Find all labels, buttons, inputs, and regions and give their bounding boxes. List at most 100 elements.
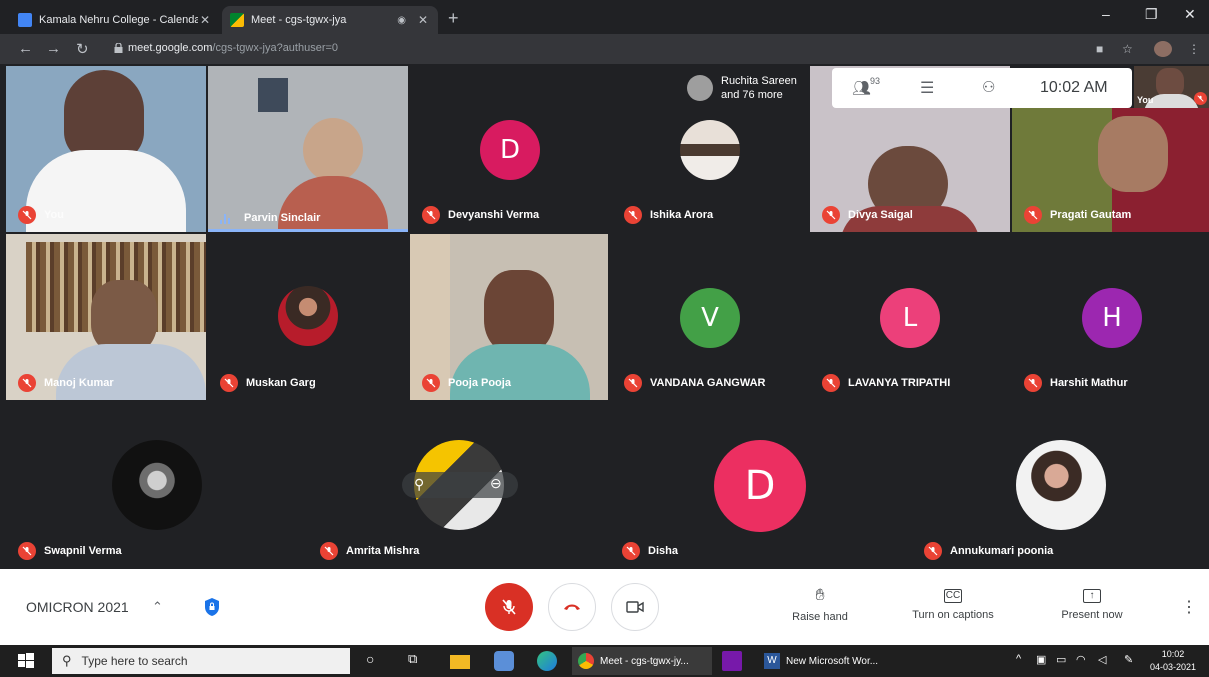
participant-tile[interactable]: Swapnil Verma — [6, 402, 306, 568]
volume-icon[interactable]: ◁ — [1098, 653, 1106, 666]
more-participants-chip[interactable]: Ruchita Sareen and 76 more — [681, 68, 809, 108]
meeting-title[interactable]: OMICRON 2021 — [26, 599, 129, 615]
back-icon[interactable]: ← — [18, 40, 33, 57]
participant-tile[interactable]: Annukumari poonia — [912, 402, 1209, 568]
recording-indicator-icon: ◉ — [397, 14, 406, 26]
participant-tile[interactable]: Pooja Pooja — [410, 234, 608, 400]
battery-icon[interactable]: ▭ — [1056, 653, 1066, 666]
window-close-icon[interactable]: ✕ — [1184, 6, 1196, 23]
lock-icon[interactable] — [114, 43, 123, 53]
tray-app-icon[interactable]: ▣ — [1036, 653, 1046, 666]
wifi-icon[interactable]: ◠ — [1076, 653, 1086, 666]
chevron-up-icon[interactable]: ⌃ — [152, 599, 163, 615]
participant-video — [484, 270, 554, 354]
participant-grid: You Parvin Sinclair D Devyanshi Verma Is… — [0, 64, 1209, 569]
taskbar-app-chrome[interactable]: Meet - cgs-tgwx-jy... — [572, 647, 712, 675]
taskbar-app-label: New Microsoft Wor... — [786, 655, 879, 667]
system-clock[interactable]: 10:02 04-03-2021 — [1150, 648, 1196, 674]
participant-name: Harshit Mathur — [1024, 374, 1128, 392]
mic-toggle-button[interactable] — [485, 583, 533, 631]
taskbar-search[interactable]: ⚲ Type here to search — [52, 648, 350, 674]
restore-icon[interactable]: ❐ — [1145, 6, 1158, 23]
participant-tile[interactable]: ⚲ ⊖ Amrita Mishra — [308, 402, 608, 568]
participant-tile[interactable]: V VANDANA GANGWAR — [612, 234, 808, 400]
minimize-icon[interactable]: – — [1102, 6, 1110, 22]
mic-off-icon — [624, 206, 642, 224]
captions-icon: CC — [944, 589, 962, 603]
participant-name: You — [18, 206, 64, 224]
participant-video — [1098, 116, 1168, 192]
mic-off-icon — [502, 599, 516, 615]
pen-icon[interactable]: ✎ — [1124, 653, 1133, 666]
mic-off-icon — [1024, 206, 1042, 224]
hand-icon: ✋︎ — [815, 587, 825, 604]
host-controls-shield-icon[interactable] — [203, 597, 221, 617]
close-tab-icon[interactable]: ✕ — [198, 13, 212, 27]
mic-off-icon — [18, 542, 36, 560]
taskbar-app-word[interactable]: W New Microsoft Wor... — [758, 647, 898, 675]
edge-icon[interactable] — [537, 651, 557, 671]
bookmark-star-icon[interactable]: ☆ — [1122, 42, 1133, 56]
participant-name: Ishika Arora — [624, 206, 713, 224]
forward-icon[interactable]: → — [46, 40, 61, 57]
participant-tile[interactable]: Parvin Sinclair — [208, 66, 408, 232]
people-icon[interactable]: 👥︎ — [852, 79, 871, 97]
tab-title: Meet - cgs-tgwx-jya — [251, 14, 347, 26]
present-now-label: Present now — [1061, 609, 1123, 621]
mic-off-icon — [1194, 92, 1207, 105]
browser-menu-icon[interactable]: ⋮ — [1188, 42, 1200, 56]
cortana-icon[interactable]: ○ — [366, 651, 374, 667]
participant-name: Swapnil Verma — [18, 542, 122, 560]
participant-tile[interactable]: D Devyanshi Verma — [410, 66, 610, 232]
chat-icon[interactable]: ☰ — [920, 78, 934, 98]
present-now-button[interactable]: ↑ Present now — [1052, 587, 1132, 621]
hang-up-icon — [564, 604, 580, 610]
participant-tile[interactable]: Manoj Kumar — [6, 234, 206, 400]
leave-call-button[interactable] — [548, 583, 596, 631]
participant-tile[interactable]: Pragati Gautam — [1012, 108, 1209, 232]
participant-tile[interactable]: H Harshit Mathur — [1012, 234, 1209, 400]
camera-in-use-icon[interactable]: ■ — [1096, 42, 1103, 56]
more-options-icon[interactable]: ⋮ — [1181, 597, 1197, 617]
mic-off-icon — [320, 542, 338, 560]
participant-tile[interactable]: D Disha — [610, 402, 910, 568]
task-view-icon[interactable]: ⧉ — [408, 651, 417, 667]
url-field[interactable]: meet.google.com/cgs-tgwx-jya?authuser=0 — [128, 42, 338, 54]
new-tab-icon[interactable]: + — [448, 8, 459, 29]
reload-icon[interactable]: ↻ — [76, 40, 89, 58]
captions-button[interactable]: CC Turn on captions — [900, 587, 1006, 621]
calendar-favicon-icon — [18, 13, 32, 27]
search-placeholder: Type here to search — [81, 654, 188, 668]
self-preview[interactable]: You — [1134, 66, 1209, 108]
participant-tile[interactable]: Muskan Garg — [208, 234, 408, 400]
close-tab-icon[interactable]: ✕ — [416, 13, 430, 27]
participant-video — [258, 78, 288, 112]
onenote-icon[interactable] — [722, 651, 742, 671]
avatar: D — [714, 440, 806, 532]
raise-hand-button[interactable]: ✋︎ Raise hand — [782, 587, 858, 623]
tab-title: Kamala Nehru College - Calenda — [39, 14, 198, 26]
captions-label: Turn on captions — [912, 609, 994, 621]
profile-avatar[interactable] — [1154, 41, 1172, 57]
participant-name: VANDANA GANGWAR — [624, 374, 766, 392]
pin-icon[interactable]: ⚲ — [414, 476, 424, 493]
camera-toggle-button[interactable] — [611, 583, 659, 631]
avatar: L — [880, 288, 940, 348]
remove-icon[interactable]: ⊖ — [490, 475, 502, 492]
word-icon: W — [764, 653, 780, 669]
windows-start-icon[interactable] — [16, 651, 36, 671]
tab-calendar[interactable]: Kamala Nehru College - Calenda ✕ — [10, 6, 220, 34]
tray-chevron-icon[interactable]: ^ — [1016, 653, 1021, 665]
participant-tile[interactable]: L LAVANYA TRIPATHI — [810, 234, 1010, 400]
file-explorer-icon[interactable] — [450, 655, 470, 669]
app-icon[interactable] — [494, 651, 514, 671]
participant-tile[interactable]: You — [6, 66, 206, 232]
browser-tab-bar: Kamala Nehru College - Calenda ✕ Meet - … — [0, 0, 1209, 34]
tab-meet[interactable]: Meet - cgs-tgwx-jya ◉ ✕ — [222, 6, 438, 34]
speaking-border — [208, 229, 408, 232]
activities-icon[interactable]: ⚇ — [982, 78, 995, 96]
avatar — [278, 286, 338, 346]
more-participants-name: Ruchita Sareen — [721, 75, 797, 87]
participant-name: Pragati Gautam — [1024, 206, 1131, 224]
screen: Kamala Nehru College - Calenda ✕ Meet - … — [0, 0, 1209, 677]
